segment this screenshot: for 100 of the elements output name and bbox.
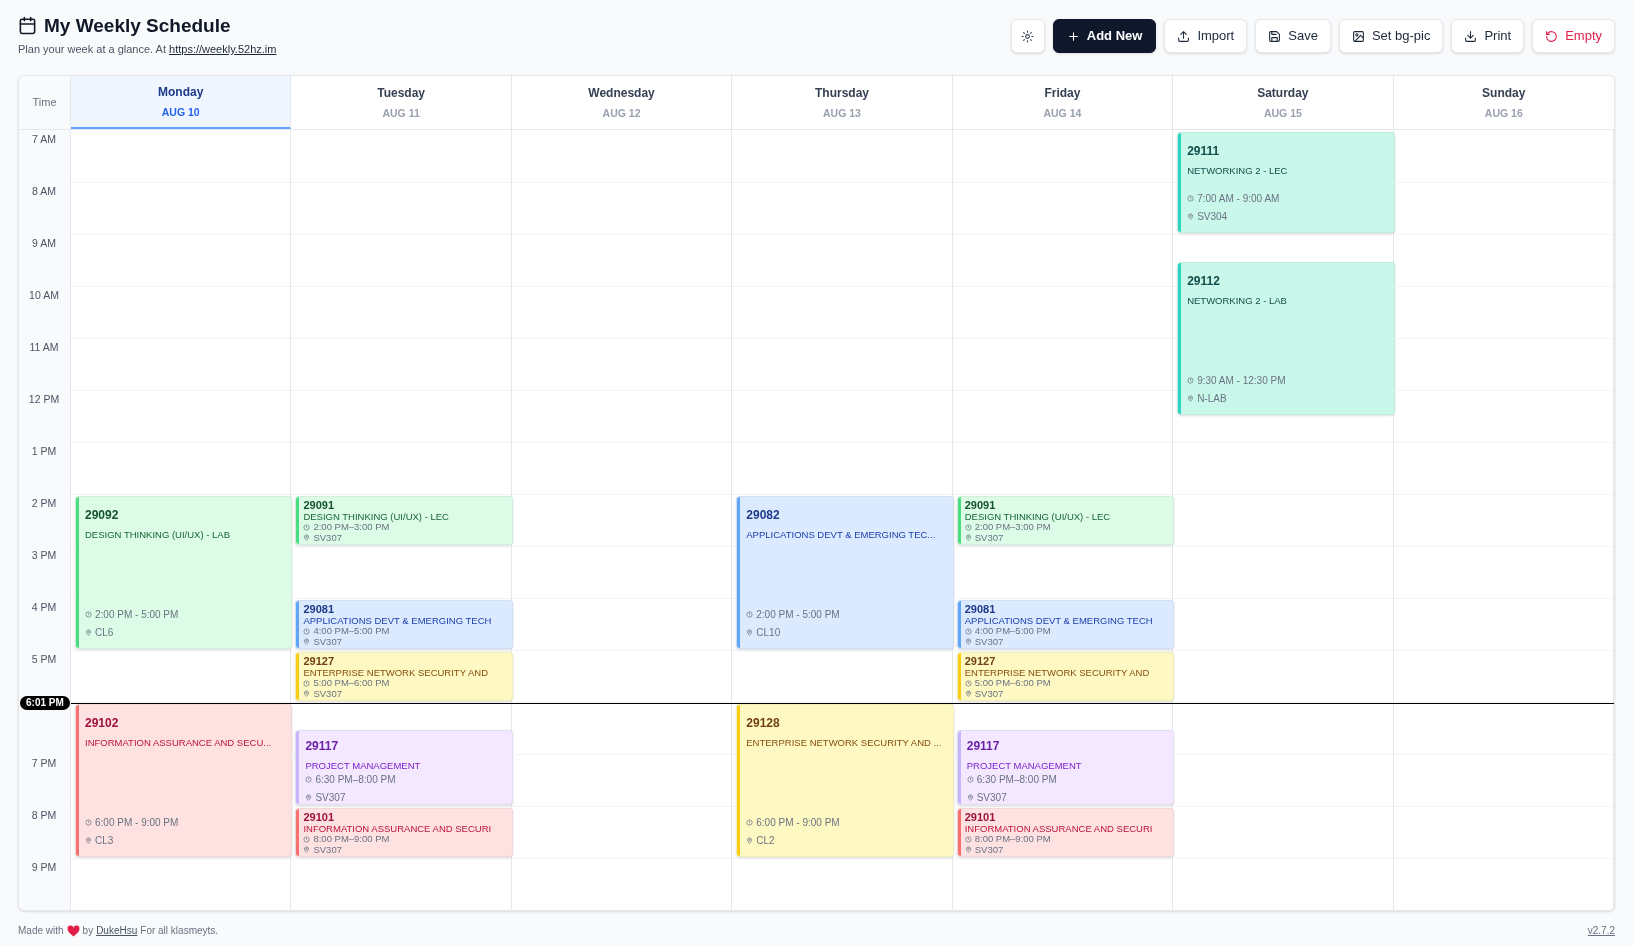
- pin-icon: [303, 638, 311, 646]
- event-location: SV307: [974, 532, 1004, 543]
- time-label: 12 PM: [27, 392, 61, 407]
- event-code: 29128: [746, 715, 781, 732]
- time-label: 10 AM: [28, 288, 60, 303]
- toolbar-button[interactable]: Save: [1255, 19, 1331, 53]
- event-title: ENTERPRISE NETWORK SECURITY AND: [303, 667, 489, 678]
- event-location: CL10: [756, 626, 781, 640]
- day-date: AUG 12: [602, 105, 641, 121]
- day-header[interactable]: Sunday AUG 16: [1393, 76, 1614, 129]
- event-card[interactable]: 29111 NETWORKING 2 - LEC 7:00 AM - 9:00 AM SV304: [1177, 132, 1395, 233]
- event-location: SV307: [313, 532, 342, 543]
- event-time: 6:30 PM–8:00 PM: [315, 773, 396, 787]
- day-date: AUG 10: [161, 104, 200, 120]
- day-header[interactable]: Saturday AUG 15: [1173, 76, 1394, 129]
- event-location: SV304: [1197, 210, 1228, 224]
- day-header[interactable]: Monday AUG 10: [71, 76, 292, 129]
- calendar-icon: [18, 16, 37, 35]
- toolbar-button[interactable]: Print: [1451, 19, 1525, 53]
- event-title: PROJECT MANAGEMENT: [305, 760, 422, 772]
- event-card[interactable]: 29081 APPLICATIONS DEVT & EMERGING TECH 4:00 PM–5:00 PM SV307: [956, 600, 1175, 649]
- theme-icon: [1021, 29, 1035, 43]
- pin-icon: [746, 629, 754, 636]
- event-time: 2:00 PM - 5:00 PM: [756, 608, 840, 622]
- page-title: My Weekly Schedule: [44, 16, 231, 35]
- event-code: 29082: [746, 507, 781, 524]
- time-label: 3 PM: [30, 548, 58, 563]
- time-label: 7 AM: [31, 132, 57, 147]
- time-label: 5 PM: [30, 652, 58, 667]
- event-code: 29091: [964, 500, 997, 511]
- event-card[interactable]: 29128 ENTERPRISE NETWORK SECURITY AND ... 6:00 PM - 9:00 PM CL2: [736, 704, 954, 857]
- event-card[interactable]: 29117 PROJECT MANAGEMENT 6:30 PM–8:00 PM SV307: [956, 730, 1175, 805]
- pin-icon: [303, 690, 311, 698]
- time-label: 8 PM: [30, 808, 58, 823]
- pin-icon: [1187, 213, 1195, 220]
- event-location: CL6: [95, 626, 114, 640]
- pin-icon: [964, 846, 972, 854]
- event-card[interactable]: 29102 INFORMATION ASSURANCE AND SECU... 6:00 PM - 9:00 PM CL3: [75, 704, 293, 857]
- event-title: NETWORKING 2 - LAB: [1187, 295, 1288, 307]
- clock-icon: [85, 611, 92, 618]
- clock-icon: [303, 523, 311, 531]
- event-title: APPLICATIONS DEVT & EMERGING TECH: [964, 615, 1154, 626]
- pin-icon: [85, 629, 92, 636]
- pin-icon: [964, 690, 972, 698]
- time-label: 8 AM: [31, 184, 57, 199]
- event-card[interactable]: 29127 ENTERPRISE NETWORK SECURITY AND 5:00 PM–6:00 PM SV307: [956, 652, 1175, 701]
- day-name: Wednesday: [588, 84, 655, 102]
- toolbar-button[interactable]: Import: [1164, 19, 1248, 53]
- clock-icon: [1187, 377, 1195, 384]
- author-link[interactable]: DukeHsu: [96, 923, 138, 938]
- day-name: Thursday: [815, 84, 869, 102]
- event-time: 8:00 PM–9:00 PM: [313, 834, 390, 845]
- event-card[interactable]: 29081 APPLICATIONS DEVT & EMERGING TECH 4:00 PM–5:00 PM SV307: [295, 600, 513, 649]
- event-card[interactable]: 29091 DESIGN THINKING (UI/UX) - LEC 2:00 PM–3:00 PM SV307: [295, 496, 513, 545]
- day-header[interactable]: Friday AUG 14: [952, 76, 1174, 129]
- day-header[interactable]: Thursday AUG 13: [732, 76, 953, 129]
- clock-icon: [85, 819, 92, 826]
- pin-icon: [303, 534, 311, 542]
- day-header[interactable]: Tuesday AUG 11: [291, 76, 512, 129]
- toolbar-button[interactable]: Set bg-pic: [1338, 19, 1444, 53]
- event-title: PROJECT MANAGEMENT: [966, 760, 1083, 772]
- day-date: AUG 16: [1484, 105, 1523, 121]
- pin-icon: [305, 794, 313, 801]
- event-code: 29111: [1187, 143, 1221, 160]
- event-card[interactable]: 29117 PROJECT MANAGEMENT 6:30 PM–8:00 PM SV307: [295, 730, 513, 805]
- clock-icon: [305, 776, 313, 783]
- event-card[interactable]: 29091 DESIGN THINKING (UI/UX) - LEC 2:00 PM–3:00 PM SV307: [956, 496, 1175, 545]
- website-link[interactable]: https://weekly.52hz.im: [169, 43, 277, 55]
- event-card[interactable]: 29101 INFORMATION ASSURANCE AND SECURI 8:00 PM–9:00 PM SV307: [956, 808, 1175, 857]
- event-title: ENTERPRISE NETWORK SECURITY AND ...: [746, 737, 943, 749]
- event-card[interactable]: 29112 NETWORKING 2 - LAB 9:30 AM - 12:30 PM N-LAB: [1177, 262, 1395, 415]
- event-time: 6:30 PM–8:00 PM: [976, 773, 1057, 787]
- event-title: NETWORKING 2 - LEC: [1187, 165, 1289, 177]
- image-icon: [1351, 29, 1365, 43]
- time-label: 9 AM: [31, 236, 57, 251]
- clock-icon: [303, 627, 311, 635]
- event-location: SV307: [313, 636, 342, 647]
- event-code: 29117: [305, 738, 340, 755]
- event-time: 5:00 PM–6:00 PM: [974, 678, 1051, 689]
- footer-text: by: [82, 924, 94, 938]
- pin-icon: [1187, 395, 1195, 402]
- event-location: SV307: [976, 791, 1007, 804]
- day-name: Monday: [158, 83, 204, 101]
- event-card[interactable]: 29127 ENTERPRISE NETWORK SECURITY AND 5:00 PM–6:00 PM SV307: [295, 652, 513, 701]
- event-card[interactable]: 29082 APPLICATIONS DEVT & EMERGING TEC... 2:00 PM - 5:00 PM CL10: [736, 496, 954, 649]
- day-name: Saturday: [1257, 84, 1309, 102]
- event-card[interactable]: 29101 INFORMATION ASSURANCE AND SECURI 8:00 PM–9:00 PM SV307: [295, 808, 513, 857]
- subtitle: Plan your week at a glance. At https://weekly.52hz.im: [18, 42, 277, 57]
- event-card[interactable]: 29092 DESIGN THINKING (UI/UX) - LAB 2:00 PM - 5:00 PM CL6: [75, 496, 293, 649]
- add-new-button[interactable]: Add New: [1052, 19, 1157, 53]
- pin-icon: [746, 837, 754, 844]
- save-icon: [1268, 29, 1282, 43]
- day-header[interactable]: Wednesday AUG 12: [511, 76, 733, 129]
- theme-toggle-button[interactable]: [1010, 19, 1045, 53]
- event-location: N-LAB: [1197, 392, 1227, 406]
- empty-button[interactable]: Empty: [1532, 19, 1615, 53]
- pin-icon: [964, 638, 972, 646]
- event-location: SV307: [315, 791, 346, 804]
- event-title: APPLICATIONS DEVT & EMERGING TEC...: [746, 529, 937, 541]
- event-title: INFORMATION ASSURANCE AND SECURI: [303, 823, 493, 834]
